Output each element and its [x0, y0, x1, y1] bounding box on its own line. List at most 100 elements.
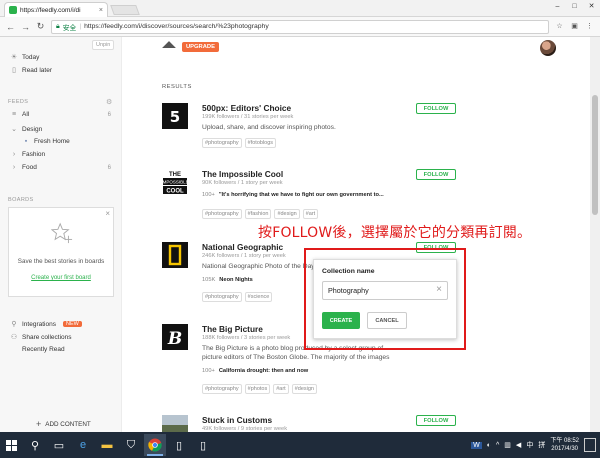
- tag[interactable]: #fashion: [244, 209, 272, 219]
- tag[interactable]: #photography: [202, 209, 242, 219]
- new-tab-button[interactable]: [110, 5, 140, 15]
- tag[interactable]: #design: [274, 209, 300, 219]
- result-top-story[interactable]: 100+ California drought: then and now: [202, 368, 308, 374]
- windows-taskbar: ⚲ ▭ e ▬ ⛉ ▯ ▯ W ◐ ^ ▥ ◀ 中 拼 下午 08:52 201…: [0, 432, 600, 458]
- tab-close-icon[interactable]: ×: [99, 7, 103, 14]
- volume-icon[interactable]: ◀: [516, 441, 521, 449]
- minimize-button[interactable]: –: [549, 0, 566, 12]
- story-title: Neon Nights: [219, 277, 253, 283]
- notification-center-icon[interactable]: [584, 438, 596, 452]
- result-title[interactable]: Stuck in Customs: [202, 415, 272, 425]
- upgrade-button[interactable]: UPGRADE: [182, 42, 219, 52]
- store-icon[interactable]: ⛉: [120, 434, 142, 456]
- result-top-story[interactable]: 100+ "It's horrifying that we have to fig…: [202, 192, 384, 198]
- tag[interactable]: #photography: [202, 292, 242, 302]
- star-bookmark-icon[interactable]: ☆: [555, 22, 564, 31]
- result-top-story[interactable]: 105K Neon Nights: [202, 277, 253, 283]
- file-explorer-icon[interactable]: ▬: [96, 434, 118, 456]
- national-geographic-logo-icon[interactable]: [162, 242, 188, 268]
- paint-icon[interactable]: ◐: [487, 442, 491, 449]
- chrome-icon[interactable]: [144, 434, 166, 456]
- ime-mode-indicator[interactable]: 拼: [538, 440, 545, 450]
- tag[interactable]: #photography: [202, 138, 242, 148]
- network-icon[interactable]: ▥: [504, 441, 511, 449]
- result-item-stuck-in-customs: Stuck in Customs 49K followers / 9 stori…: [162, 415, 462, 432]
- boards-promo: × Save the best stories in boards Create…: [8, 207, 114, 297]
- ime-indicator[interactable]: 中: [526, 440, 533, 450]
- sidebar-item-read-later[interactable]: ▯ Read later: [10, 66, 52, 75]
- add-content-button[interactable]: + ADD CONTENT: [36, 419, 91, 429]
- scrollbar[interactable]: [590, 37, 600, 432]
- sidebar-item-all[interactable]: ≡ All: [10, 111, 29, 118]
- word-icon[interactable]: W: [471, 441, 482, 449]
- tag[interactable]: #science: [244, 292, 273, 302]
- sidebar-item-fresh-home[interactable]: ▪ Fresh Home: [22, 138, 70, 145]
- maximize-button[interactable]: □: [566, 0, 583, 12]
- files-icon[interactable]: ▯: [192, 434, 214, 456]
- impossible-cool-logo-icon[interactable]: THE IMPOSSIBLE COOL: [162, 169, 188, 195]
- sidebar-item-food[interactable]: › Food: [10, 164, 37, 171]
- avatar[interactable]: [540, 40, 556, 56]
- up-arrow-icon[interactable]: ^: [496, 442, 499, 449]
- create-board-link[interactable]: Create your first board: [9, 275, 113, 281]
- result-title[interactable]: 500px: Editors' Choice: [202, 103, 291, 113]
- follow-button[interactable]: FOLLOW: [416, 169, 456, 180]
- task-view-icon[interactable]: ▭: [48, 434, 70, 456]
- result-title[interactable]: The Big Picture: [202, 324, 263, 334]
- follow-button[interactable]: FOLLOW: [416, 415, 456, 426]
- tag[interactable]: #art: [302, 209, 319, 219]
- result-meta: 188K followers / 3 stories per week: [202, 335, 291, 341]
- feeds-settings-icon[interactable]: ⚙︎: [106, 98, 112, 106]
- sidebar-item-today[interactable]: ☀︎ Today: [10, 53, 40, 62]
- 500px-logo-icon[interactable]: 5: [162, 103, 188, 129]
- start-button[interactable]: [0, 434, 22, 456]
- big-picture-logo-icon[interactable]: B: [162, 324, 188, 350]
- document-icon[interactable]: ▯: [168, 434, 190, 456]
- feed-thumbnail-icon: ▪: [24, 138, 28, 145]
- edge-icon[interactable]: e: [72, 434, 94, 456]
- forward-button[interactable]: →: [21, 22, 30, 32]
- search-icon[interactable]: ⚲: [24, 434, 46, 456]
- sidebar-item-integrations[interactable]: ⚲ Integrations NEW: [10, 320, 82, 328]
- extension-icon[interactable]: ▣: [570, 22, 579, 31]
- clock-time: 下午 08:52: [550, 438, 579, 444]
- scrollbar-thumb[interactable]: [592, 95, 598, 215]
- follow-button[interactable]: FOLLOW: [416, 103, 456, 114]
- engagement-count: 100+: [202, 192, 215, 198]
- url-bar[interactable]: 🔒︎ 安全 | https://feedly.com/i/discover/so…: [51, 19, 549, 34]
- chrome-logo-icon: [148, 438, 162, 452]
- annotation-highlight-box: [304, 248, 466, 350]
- result-title[interactable]: National Geographic: [202, 242, 283, 252]
- sidebar-item-label: Recently Read: [22, 346, 65, 353]
- sidebar-item-recently-read[interactable]: Recently Read: [10, 346, 65, 353]
- feedly-logo-icon[interactable]: [162, 41, 176, 55]
- browser-tab[interactable]: https://feedly.com/i/di ×: [4, 2, 108, 17]
- tag[interactable]: #art: [273, 384, 289, 394]
- tag[interactable]: #fotoblogs: [244, 138, 277, 148]
- system-tray: W ◐ ^ ▥ ◀ 中 拼 下午 08:52 2017/4/30: [471, 437, 600, 453]
- lock-icon: 🔒︎: [56, 22, 60, 30]
- share-icon: ⚇: [10, 334, 18, 341]
- stuck-in-customs-thumbnail-icon[interactable]: [162, 415, 188, 432]
- result-description: Upload, share, and discover inspiring ph…: [202, 124, 336, 131]
- sidebar-item-label: Food: [22, 164, 37, 171]
- close-window-button[interactable]: ✕: [583, 0, 600, 12]
- result-title[interactable]: The Impossible Cool: [202, 169, 283, 179]
- result-tags: #photography #fotoblogs: [202, 138, 277, 148]
- result-tags: #photography #fashion #design #art: [202, 209, 319, 219]
- reload-button[interactable]: ↻: [36, 21, 45, 32]
- clock[interactable]: 下午 08:52 2017/4/30: [550, 437, 579, 453]
- menu-icon[interactable]: ⋮: [585, 22, 594, 31]
- sidebar-item-label: Fresh Home: [34, 138, 70, 145]
- chevron-right-icon: ›: [12, 164, 16, 171]
- svg-text:COOL: COOL: [166, 188, 184, 194]
- tag[interactable]: #photography: [202, 384, 242, 394]
- sidebar-item-share-collections[interactable]: ⚇ Share collections: [10, 333, 72, 342]
- tag[interactable]: #design: [291, 384, 317, 394]
- back-button[interactable]: ←: [6, 22, 15, 32]
- sidebar-item-fashion[interactable]: › Fashion: [10, 151, 45, 158]
- tag[interactable]: #photos: [244, 384, 271, 394]
- sidebar-item-design[interactable]: ⌄ Design: [10, 125, 42, 134]
- close-icon[interactable]: ×: [105, 209, 110, 218]
- unpin-button[interactable]: Unpin: [92, 40, 115, 50]
